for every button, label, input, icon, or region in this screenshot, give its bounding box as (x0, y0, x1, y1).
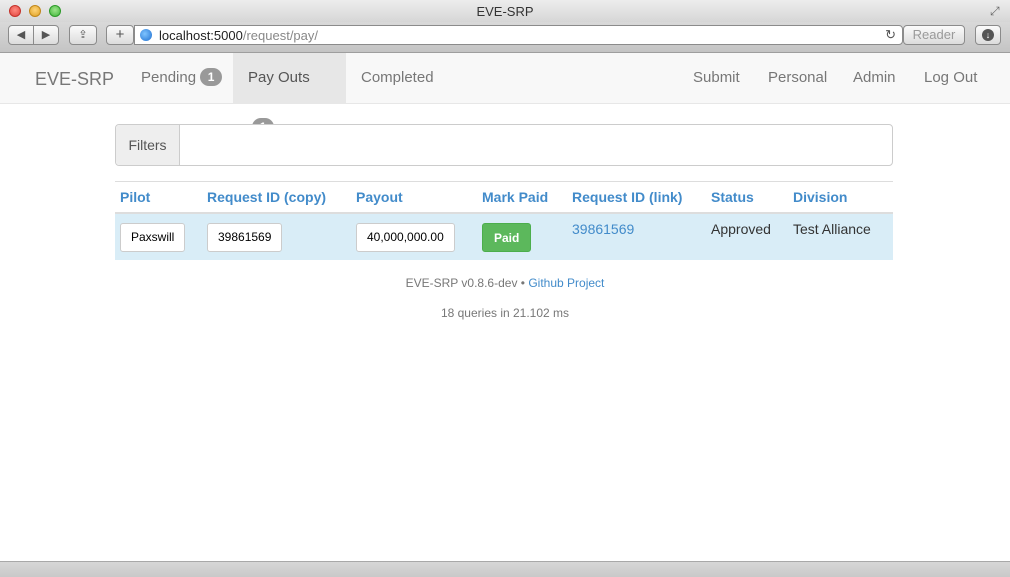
filter-group: Filters (115, 124, 893, 166)
forward-arrow-icon: ▶ (41, 29, 51, 41)
window-title: EVE-SRP (476, 4, 534, 19)
payout-copy-field[interactable]: 40,000,000.00 (356, 222, 455, 252)
add-bookmark-button[interactable]: + (106, 25, 134, 45)
footer-separator: • (520, 276, 525, 290)
header-request-id-copy[interactable]: Request ID (copy) (202, 181, 351, 214)
header-payout[interactable]: Payout (351, 181, 477, 214)
cell-status: Approved (706, 213, 788, 260)
back-button[interactable]: ◀ (8, 25, 34, 45)
nav-pending-label: Pending (141, 69, 197, 86)
reader-button[interactable]: Reader (903, 25, 965, 45)
app-navbar: EVE-SRP Pending1 Pay Outs1 Completed Sub… (0, 53, 1010, 136)
nav-pending[interactable]: Pending 1 (126, 53, 237, 103)
plus-icon: + (115, 26, 125, 43)
downloads-button[interactable]: ↓ (975, 25, 1001, 45)
footer-version-line: EVE-SRP v0.8.6-dev • Github Project (0, 276, 1010, 290)
request-link[interactable]: 39861569 (572, 221, 634, 237)
table-header-row: Pilot Request ID (copy) Payout Mark Paid… (115, 181, 893, 214)
nav-payouts-label: Pay Outs (248, 69, 310, 86)
header-mark-paid[interactable]: Mark Paid (477, 181, 567, 214)
mark-paid-button[interactable]: Paid (482, 222, 532, 252)
window-titlebar: EVE-SRP ⤢ (0, 0, 1010, 23)
cell-division: Test Alliance (788, 213, 893, 260)
url-host: localhost:5000 (159, 28, 243, 43)
share-icon: ⇪ (78, 29, 88, 41)
header-pilot[interactable]: Pilot (115, 181, 202, 214)
payout-table: Pilot Request ID (copy) Payout Mark Paid… (115, 181, 893, 260)
github-project-link[interactable]: Github Project (528, 276, 604, 290)
cell-pilot: Paxswill (115, 213, 202, 260)
pending-count-badge: 1 (200, 68, 223, 86)
url-text[interactable]: localhost:5000/request/pay/ (159, 28, 318, 43)
request-id-copy-field[interactable]: 39861569 (207, 222, 283, 252)
filters-input[interactable] (180, 125, 892, 165)
pilot-copy-field[interactable]: Paxswill (120, 222, 186, 252)
brand-link[interactable]: EVE-SRP (35, 69, 114, 90)
cell-payout: 40,000,000.00 (351, 213, 477, 260)
header-request-id-link[interactable]: Request ID (link) (567, 181, 706, 214)
cell-request-id-copy: 39861569 (202, 213, 351, 260)
nav-personal[interactable]: Personal (753, 53, 842, 103)
version-text: EVE-SRP v0.8.6-dev (405, 276, 518, 290)
browser-statusbar (0, 561, 1010, 577)
cell-request-id-link: 39861569 (567, 213, 706, 260)
nav-submit[interactable]: Submit (678, 53, 755, 103)
download-icon: ↓ (982, 29, 994, 42)
browser-toolbar: ◀ ▶ ⇪ + localhost:5000/request/pay/ ↻ Re… (0, 22, 1010, 53)
table-row: Paxswill 39861569 40,000,000.00 Paid 398… (115, 213, 893, 260)
fullscreen-icon[interactable]: ⤢ (990, 4, 1004, 18)
reload-icon[interactable]: ↻ (885, 27, 896, 43)
forward-button[interactable]: ▶ (33, 25, 59, 45)
query-stats: 18 queries in 21.102 ms (440, 306, 570, 320)
nav-completed[interactable]: Completed (346, 53, 449, 103)
cell-mark-paid: Paid (477, 213, 567, 260)
url-path: /request/pay/ (242, 28, 318, 43)
globe-icon (140, 29, 152, 41)
nav-logout[interactable]: Log Out (909, 53, 992, 103)
back-arrow-icon: ◀ (16, 29, 26, 41)
address-bar[interactable]: localhost:5000/request/pay/ ↻ (134, 25, 903, 45)
header-division[interactable]: Division (788, 181, 893, 214)
filters-label: Filters (116, 125, 180, 165)
header-status[interactable]: Status (706, 181, 788, 214)
share-button[interactable]: ⇪ (69, 25, 97, 45)
nav-admin[interactable]: Admin (838, 53, 911, 103)
nav-payouts[interactable]: Pay Outs1 (233, 53, 346, 136)
